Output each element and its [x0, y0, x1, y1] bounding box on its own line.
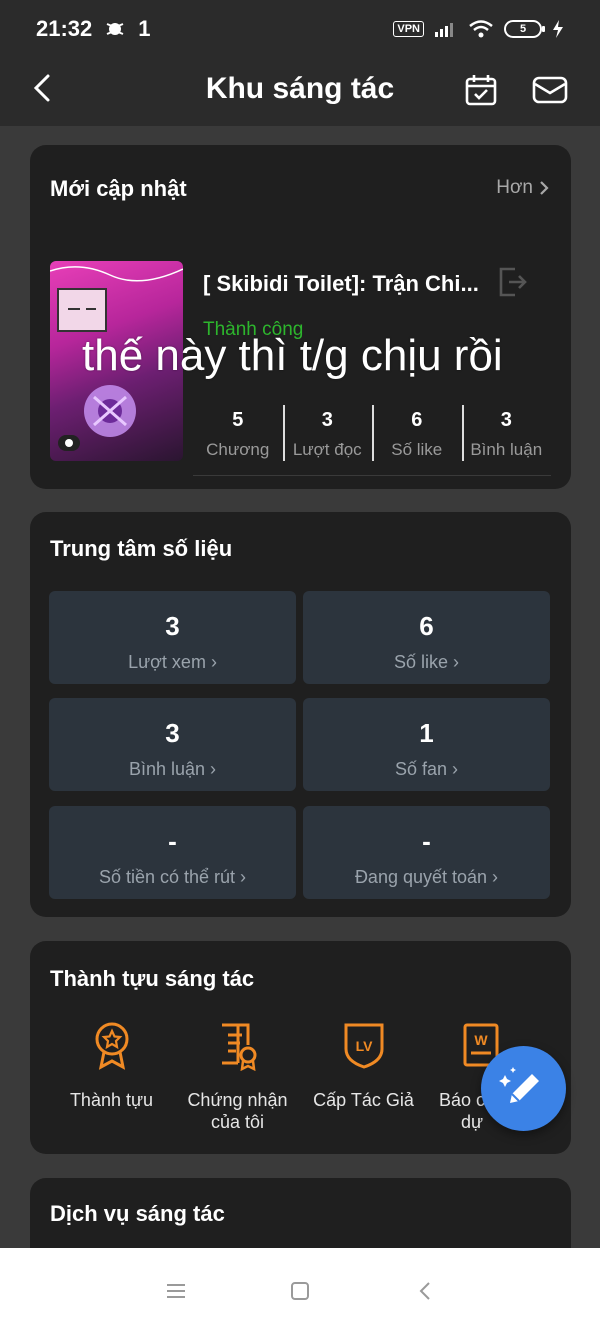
- tile-label: Bình luận ›: [128, 759, 217, 779]
- recent-update-title: Mới cập nhật: [50, 176, 187, 201]
- tile-label: Số tiền có thể rút ›: [98, 867, 247, 887]
- write-fab-button[interactable]: [481, 1046, 566, 1131]
- notification-count: 1: [138, 16, 151, 41]
- battery-icon: 5: [504, 20, 545, 38]
- tile-value: 3: [165, 611, 180, 641]
- certificate-icon: [221, 1023, 256, 1071]
- chevron-right-icon: [540, 181, 549, 195]
- tile-fans[interactable]: 1 Số fan ›: [303, 698, 550, 791]
- tile-views[interactable]: 3 Lượt xem ›: [49, 591, 296, 684]
- tile-value: -: [168, 826, 177, 856]
- medal-icon: [95, 1022, 128, 1070]
- tile-value: -: [422, 826, 431, 856]
- exit-button[interactable]: [495, 265, 531, 301]
- story-title[interactable]: [ Skibidi Toilet]: Trận Chi...: [203, 271, 493, 297]
- stat-chapters: 5 Chương: [193, 405, 283, 465]
- achievement-item[interactable]: Chứng nhận của tôi: [175, 1021, 300, 1133]
- stat-reads: 3 Lượt đọc: [282, 405, 373, 465]
- stat-label: Số like: [391, 440, 443, 459]
- tile-withdrawable[interactable]: - Số tiền có thể rút ›: [49, 806, 296, 899]
- stat-label: Chương: [206, 440, 270, 459]
- app-header: Khu sáng tác: [0, 58, 600, 126]
- tile-comments[interactable]: 3 Bình luận ›: [49, 698, 296, 791]
- stat-label: Bình luận: [470, 440, 543, 459]
- home-button[interactable]: [280, 1276, 320, 1306]
- home-square-icon: [291, 1282, 309, 1300]
- overlay-caption: thế này thì t/g chịu rồi: [82, 331, 503, 380]
- tile-value: 1: [419, 718, 434, 748]
- achievements-card: Thành tựu sáng tác Thành tựu Chứng nhận …: [30, 941, 571, 1154]
- menu-icon: [167, 1284, 185, 1298]
- more-label: Hơn: [496, 177, 533, 198]
- tile-likes[interactable]: 6 Số like ›: [303, 591, 550, 684]
- stat-value: 6: [411, 409, 423, 431]
- back-button[interactable]: [24, 70, 60, 106]
- divider: [193, 475, 551, 476]
- level-badge-icon: LV: [344, 1023, 383, 1069]
- stat-likes: 6 Số like: [372, 405, 462, 465]
- stat-label: Lượt đọc: [292, 440, 362, 459]
- notification-icon: [106, 23, 124, 35]
- stat-value: 3: [500, 409, 512, 431]
- status-time: 21:32: [36, 16, 93, 41]
- achievement-label: Cấp Tác Giả: [313, 1090, 414, 1110]
- page-title: Khu sáng tác: [205, 72, 395, 105]
- stat-comments: 3 Bình luận: [461, 405, 552, 465]
- vpn-badge: VPN: [393, 21, 424, 37]
- tile-label: Lượt xem ›: [128, 652, 217, 672]
- recent-update-card: Mới cập nhật Hơn [ Skibidi Toilet]: Trận…: [30, 145, 571, 489]
- achievement-label: Thành tựu: [69, 1090, 154, 1110]
- status-bar: 21:32 1 VPN 5: [0, 0, 600, 58]
- achievement-item[interactable]: Thành tựu: [49, 1021, 174, 1111]
- calendar-check-icon: [465, 75, 497, 106]
- tile-label: Số fan ›: [394, 759, 459, 779]
- back-arrow-icon: [419, 1282, 430, 1300]
- data-center-title: Trung tâm số liệu: [50, 536, 233, 561]
- svg-text:LV: LV: [355, 1038, 373, 1054]
- stat-value: 3: [321, 409, 333, 431]
- system-nav-bar: [0, 1248, 600, 1333]
- svg-text:W: W: [474, 1032, 488, 1048]
- mail-icon: [532, 76, 568, 104]
- chevron-left-icon: [33, 74, 50, 102]
- tile-label: Số like ›: [393, 652, 460, 672]
- services-title: Dịch vụ sáng tác: [50, 1201, 225, 1226]
- menu-button[interactable]: [156, 1276, 196, 1306]
- tile-settling[interactable]: - Đang quyết toán ›: [303, 806, 550, 899]
- tile-value: 3: [165, 718, 180, 748]
- tile-value: 6: [419, 611, 434, 641]
- wifi-icon: [469, 20, 493, 38]
- calendar-button[interactable]: [461, 70, 501, 110]
- data-center-card: Trung tâm số liệu 3 Lượt xem › 6 Số like…: [30, 512, 571, 917]
- achievement-label: Chứng nhận của tôi: [187, 1090, 288, 1132]
- exit-icon: [499, 267, 527, 297]
- stat-value: 5: [232, 409, 244, 431]
- story-stats: 5 Chương 3 Lượt đọc 6 Số like 3 Bình luậ…: [193, 405, 551, 465]
- edit-pencil-icon: [498, 1066, 539, 1103]
- achievement-item[interactable]: LV Cấp Tác Giả: [301, 1021, 426, 1111]
- charging-icon: [553, 20, 563, 38]
- signal-icon: [435, 23, 453, 37]
- more-link[interactable]: Hơn: [496, 177, 549, 199]
- achievements-title: Thành tựu sáng tác: [50, 966, 255, 991]
- tile-label: Đang quyết toán ›: [354, 867, 499, 887]
- nav-back-button[interactable]: [405, 1276, 445, 1306]
- mail-button[interactable]: [530, 70, 570, 110]
